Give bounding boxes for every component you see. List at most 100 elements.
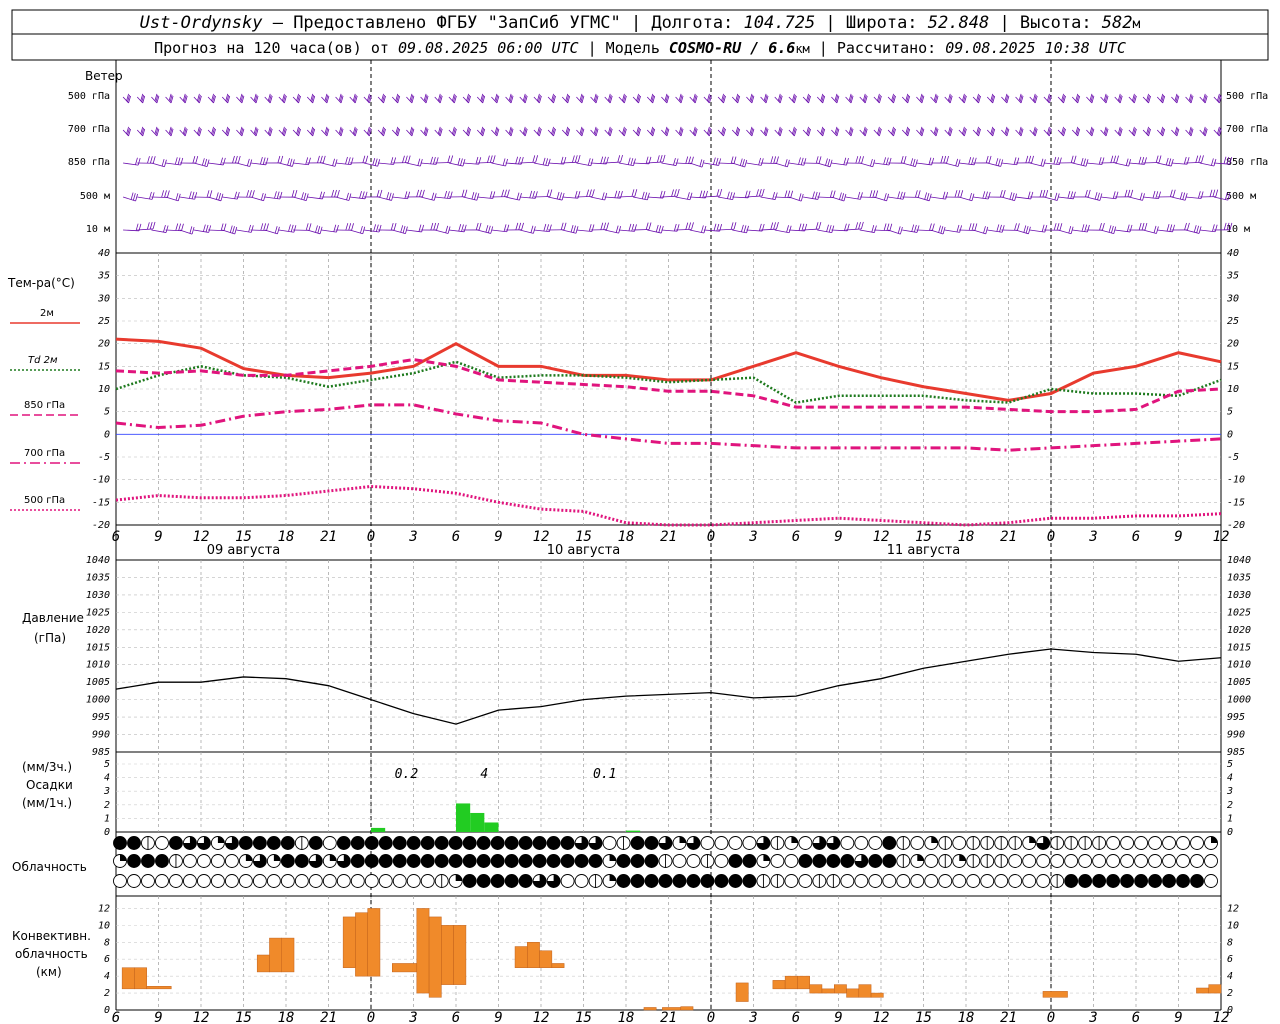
wind-barb-feather (647, 192, 650, 200)
cloud-cover-icon (574, 874, 589, 888)
wind-barb-feather (1130, 189, 1134, 197)
wind-barb-feather (712, 157, 716, 165)
cloud-cover-icon (155, 836, 169, 850)
temp-legend-label: Td 2м (28, 355, 58, 366)
x-tick-label: 12 (1213, 1010, 1230, 1024)
wind-barb-feather (660, 225, 664, 234)
wind-barb-feather (1042, 189, 1046, 198)
wind-barb-feather (857, 191, 861, 200)
wind-barb-feather (360, 225, 363, 234)
wind-level-label-left: 850 гПа (68, 157, 110, 168)
wind-barb-feather (1023, 225, 1027, 233)
wind-barb-feather (1127, 189, 1131, 197)
wind-barb-feather (600, 156, 604, 164)
x-tick-label: 18 (618, 1010, 635, 1024)
wind-barb-feather (1027, 191, 1031, 199)
wind-barb-feather (983, 226, 986, 234)
wind-barb-feather (202, 224, 206, 232)
wind-barb-feather (644, 192, 648, 200)
wind-barb-feather (1169, 189, 1173, 197)
wind-barb-feather (902, 192, 906, 200)
cloud-cover-icon (812, 854, 827, 868)
cloud-cover-icon (336, 874, 351, 888)
cloud-cover-icon (392, 874, 407, 888)
wind-barb-feather (591, 224, 595, 232)
wind-barb-feather (843, 157, 847, 165)
temp-legend-label: 700 гПа (24, 448, 65, 459)
wind-barb-feather (462, 158, 466, 167)
precip-totals: 0.2 4 0.1 (395, 767, 617, 782)
conv-bar (342, 916, 356, 968)
x-tick-label: 3 (748, 529, 757, 545)
cloud-cover-icon (420, 874, 435, 888)
wind-barb-feather (464, 189, 468, 197)
pressure-y-tick-left: 1010 (86, 660, 110, 671)
wind-level-label-right: 500 гПа (1226, 91, 1268, 102)
cloud-cover-icon (868, 874, 883, 888)
conv-title-2: облачность (15, 947, 88, 961)
conv-y-tick-right: 10 (1227, 920, 1239, 931)
wind-title: Ветер (85, 69, 123, 83)
wind-barb-feather (1138, 156, 1142, 164)
cloud-cover-icon (728, 854, 743, 868)
temp-title: Тем-ра(°С) (7, 276, 75, 290)
wind-barb-feather (968, 157, 972, 165)
wind-barb-feather (289, 158, 293, 166)
cloud-cover-icon (308, 836, 323, 850)
wind-barb-feather (1059, 223, 1063, 231)
cloud-cover-icon (714, 836, 729, 850)
pressure-y-tick-right: 1005 (1227, 677, 1251, 688)
cloud-cover-icon (252, 874, 267, 888)
wind-barb-feather (250, 225, 254, 233)
cloud-cover-icon (392, 836, 407, 850)
temp-legend: 2м Td 2м 850 гПа 700 гПа 500 гПа (10, 308, 80, 511)
wind-barb-feather (1172, 189, 1176, 197)
wind-barb-feather (770, 156, 774, 164)
conv-y-tick-right: 6 (1227, 954, 1233, 965)
wind-barb-feather (546, 189, 550, 197)
wind-barb-feather (146, 222, 150, 230)
cloud-cover-mark (931, 836, 938, 843)
latitude: 52.848 (928, 13, 989, 33)
wind-barb-feather (746, 225, 749, 233)
cloud-cover-icon (224, 874, 239, 888)
wind-barb-feather (545, 158, 549, 166)
temp-y-tick-left: -10 (92, 475, 110, 486)
wind-barb-feather (1039, 189, 1043, 198)
wind-barb-feather (474, 192, 477, 200)
wind-barb-feather (870, 158, 873, 167)
cloud-cover-icon (448, 836, 463, 850)
cloud-cover-icon (798, 854, 813, 868)
cloud-cover-icon (630, 874, 645, 888)
wind-barb-feather (1211, 158, 1214, 166)
wind-barb-feather (515, 156, 519, 164)
cloud-cover-icon (504, 836, 519, 850)
x-tick-label: 12 (533, 1010, 550, 1024)
conv-bar (428, 916, 442, 998)
wind-barb-feather (572, 155, 575, 163)
wind-barb-feather (600, 222, 604, 230)
wind-barb-feather (560, 222, 564, 230)
wind-barb-feather (436, 222, 439, 231)
wind-barb-feather (620, 154, 623, 163)
wind-barb-feather (303, 192, 307, 201)
wind-barb-feather (1054, 192, 1058, 201)
cloud-cover-icon (378, 836, 393, 850)
cloud-cover-icon (504, 854, 519, 868)
wind-barb-feather (1126, 224, 1130, 232)
wind-barb-feather (322, 155, 326, 163)
wind-barb-feather (1179, 191, 1183, 200)
cloud-cover-icon (196, 874, 211, 888)
wind-barb-feather (956, 224, 960, 233)
wind-barb-feather (733, 222, 737, 230)
precip-bar (371, 827, 386, 832)
conv-bar (134, 967, 147, 990)
x-tick-label: 3 (1088, 1010, 1097, 1024)
wind-barb-feather (149, 222, 153, 230)
cloud-cover-icon (490, 836, 505, 850)
wind-barb-feather (178, 223, 182, 231)
wind-barb-feather (492, 155, 496, 163)
cloud-cover-icon (210, 874, 225, 888)
cloud-cover-icon (924, 874, 939, 888)
wind-barb-feather (586, 189, 589, 197)
